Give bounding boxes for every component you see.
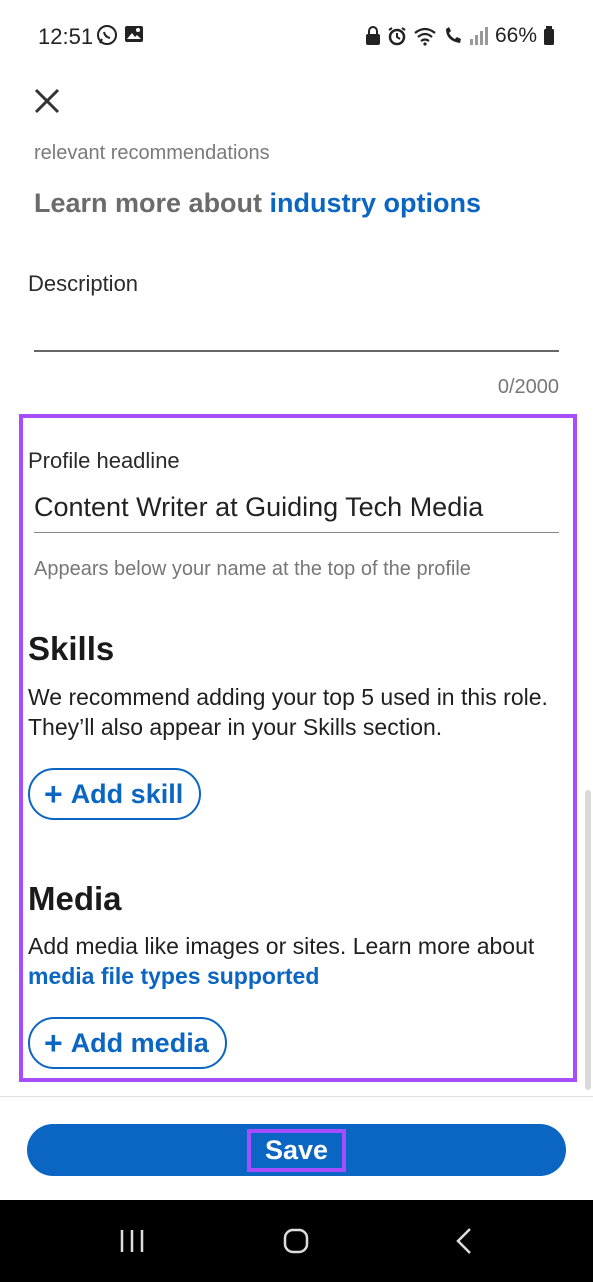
description-label: Description [28,271,139,296]
close-button[interactable] [30,84,64,118]
add-skill-button[interactable]: + Add skill [28,768,202,820]
recent-apps-icon [120,1230,144,1252]
media-title: Media [28,880,122,917]
back-button[interactable] [450,1226,480,1261]
add-media-button[interactable]: + Add media [28,1017,227,1069]
headline-hint: Appears below your name at the top of th… [34,558,471,580]
volte-call-icon [445,27,461,43]
media-description-text: Add media like images or sites. Learn mo… [28,933,535,959]
recent-apps-button[interactable] [117,1226,147,1261]
media-description: Add media like images or sites. Learn mo… [28,931,568,991]
media-file-types-link[interactable]: media file types supported [28,963,319,989]
learn-more-prefix: Learn more about [34,188,270,218]
learn-more-industry: Learn more about industry options [34,188,481,219]
battery-percent: 66% [494,24,537,47]
plus-icon: + [44,1025,63,1061]
add-media-label: Add media [70,1027,209,1058]
gallery-icon [125,26,143,42]
home-button[interactable] [281,1226,311,1261]
close-icon [34,88,60,114]
scrollbar[interactable] [585,790,591,1090]
description-field[interactable] [34,350,559,352]
headline-input[interactable]: Content Writer at Guiding Tech Media [34,492,483,523]
home-icon [283,1228,309,1254]
alarm-icon [388,27,406,46]
save-button[interactable]: Save [27,1124,566,1176]
description-counter: 0/2000 [497,376,559,398]
back-icon [456,1228,471,1254]
whatsapp-icon [97,25,117,45]
add-skill-label: Add skill [70,778,184,809]
wifi-icon [414,27,436,46]
skills-description: We recommend adding your top 5 used in t… [28,684,548,740]
industry-options-link[interactable]: industry options [270,188,482,218]
status-bar: 12:51 66% [0,0,593,72]
signal-icon [469,27,488,45]
lock-icon [365,26,380,45]
status-time: 12:51 [38,24,94,49]
footer-divider [0,1096,593,1097]
skills-title: Skills [28,630,115,667]
save-label: Save [246,1128,347,1172]
battery-icon [544,26,554,45]
industry-help-text: relevant recommendations [34,142,270,164]
headline-underline [34,532,559,533]
headline-label: Profile headline [28,448,180,473]
system-nav-bar [0,1200,593,1282]
plus-icon: + [44,776,63,812]
